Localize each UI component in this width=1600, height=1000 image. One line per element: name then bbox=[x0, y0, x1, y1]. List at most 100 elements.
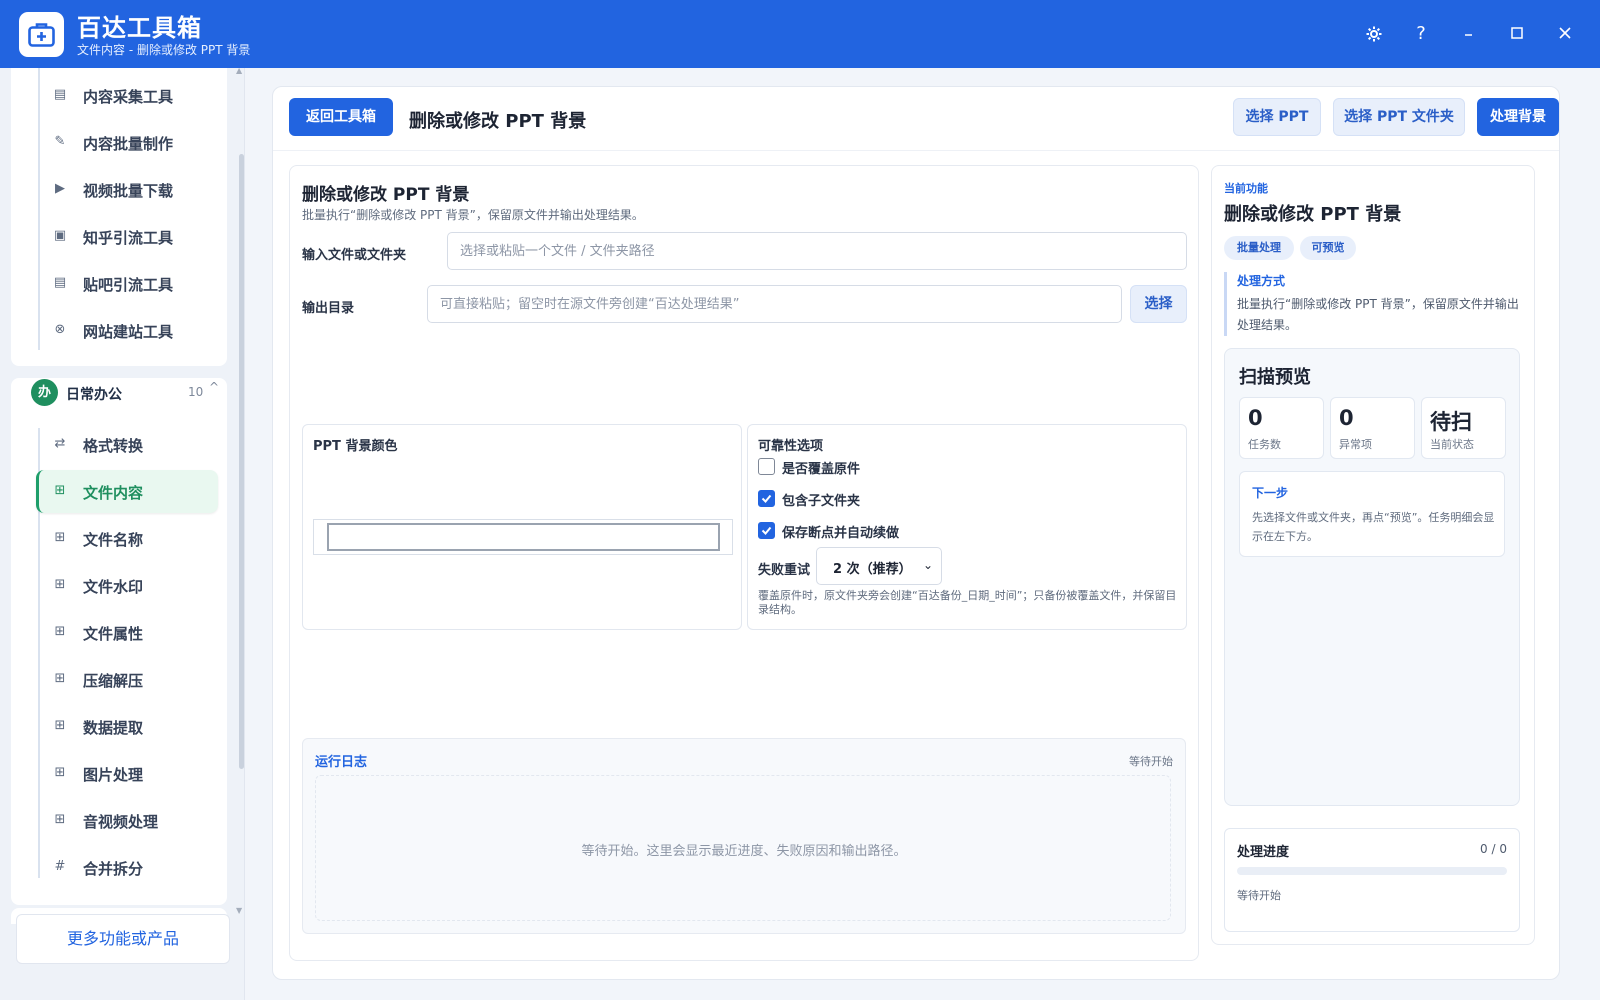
stat-error-count: 0 异常项 bbox=[1330, 397, 1415, 459]
info-panel: 当前功能 删除或修改 PPT 背景 批量处理 可预览 处理方式 批量执行“删除或… bbox=[1211, 165, 1535, 945]
form-card: 删除或修改 PPT 背景 批量执行“删除或修改 PPT 背景”，保留原文件并输出… bbox=[289, 165, 1199, 961]
sidebar-item-label: 视频批量下载 bbox=[83, 182, 174, 200]
color-section-title: PPT 背景颜色 bbox=[313, 439, 398, 454]
sidebar-item-label: 网站建站工具 bbox=[83, 323, 174, 341]
zhihu-icon: ▣ bbox=[53, 228, 67, 243]
input-path-field[interactable] bbox=[447, 232, 1187, 270]
next-step-text: 先选择文件或文件夹，再点“预览”。任务明细会显示在左下方。 bbox=[1252, 511, 1495, 543]
stat-label: 当前状态 bbox=[1430, 438, 1474, 451]
toolbox-logo-icon bbox=[19, 12, 64, 57]
resume-label: 保存断点并自动续做 bbox=[782, 526, 900, 541]
stat-current-status: 待扫 当前状态 bbox=[1421, 397, 1506, 459]
minimize-icon[interactable] bbox=[1453, 20, 1485, 48]
help-icon[interactable]: ? bbox=[1405, 20, 1437, 48]
background-color-section: PPT 背景颜色 bbox=[302, 424, 742, 630]
process-background-button[interactable]: 处理背景 bbox=[1477, 98, 1559, 136]
info-title: 删除或修改 PPT 背景 bbox=[1224, 204, 1402, 225]
next-step-card: 下一步 先选择文件或文件夹，再点“预览”。任务明细会显示在左下方。 bbox=[1239, 471, 1505, 557]
retry-value: 2 次（推荐） bbox=[833, 562, 912, 577]
sidebar-item-label: 数据提取 bbox=[83, 719, 144, 737]
sidebar-item-image-process[interactable]: ⊞ 图片处理 bbox=[36, 752, 218, 795]
sidebar-item-label: 文件内容 bbox=[83, 484, 144, 502]
sidebar-item-file-watermark[interactable]: ⊞ 文件水印 bbox=[36, 564, 218, 607]
toolbar: 返回工具箱 删除或修改 PPT 背景 选择 PPT 选择 PPT 文件夹 处理背… bbox=[273, 87, 1559, 151]
close-icon[interactable] bbox=[1549, 20, 1581, 48]
grid-icon: ⊞ bbox=[54, 765, 66, 780]
tag-preview: 可预览 bbox=[1300, 236, 1356, 260]
stat-task-count: 0 任务数 bbox=[1239, 397, 1324, 459]
grid-icon: ⊞ bbox=[54, 671, 66, 686]
log-empty-message: 等待开始。这里会显示最近进度、失败原因和输出路径。 bbox=[581, 844, 907, 859]
retry-select[interactable]: 2 次（推荐） ⌄ bbox=[816, 547, 942, 585]
sidebar-item-zhihu[interactable]: ▣ 知乎引流工具 bbox=[36, 215, 218, 258]
overwrite-label: 是否覆盖原件 bbox=[782, 462, 861, 477]
grid-icon: ⊞ bbox=[54, 577, 66, 592]
progress-card: 处理进度 0 / 0 等待开始 bbox=[1224, 828, 1520, 932]
sidebar-item-label: 压缩解压 bbox=[83, 672, 144, 690]
output-select-button[interactable]: 选择 bbox=[1130, 285, 1187, 323]
sidebar-item-merge-split[interactable]: # 合并拆分 bbox=[36, 846, 218, 889]
sidebar-scrollbar[interactable] bbox=[239, 154, 244, 769]
next-step-title: 下一步 bbox=[1252, 486, 1289, 500]
scroll-up-icon[interactable]: ▲ bbox=[236, 66, 242, 75]
current-feature-label: 当前功能 bbox=[1224, 182, 1268, 195]
sidebar-item-file-content[interactable]: ⊞ 文件内容 bbox=[36, 470, 218, 513]
sidebar-item-file-attributes[interactable]: ⊞ 文件属性 bbox=[36, 611, 218, 654]
maximize-icon[interactable] bbox=[1501, 20, 1533, 48]
select-ppt-button[interactable]: 选择 PPT bbox=[1233, 98, 1321, 136]
scroll-down-icon[interactable]: ▼ bbox=[236, 906, 242, 915]
log-area[interactable]: 等待开始。这里会显示最近进度、失败原因和输出路径。 bbox=[315, 775, 1171, 921]
tieba-icon: ▤ bbox=[53, 275, 67, 290]
app-subtitle: 文件内容 - 删除或修改 PPT 背景 bbox=[77, 43, 251, 57]
app-title: 百达工具箱 bbox=[77, 14, 202, 42]
select-ppt-folder-button[interactable]: 选择 PPT 文件夹 bbox=[1333, 98, 1465, 136]
sidebar-item-data-extract[interactable]: ⊞ 数据提取 bbox=[36, 705, 218, 748]
sidebar-group-office[interactable]: 办 日常办公 10 ^ bbox=[20, 368, 222, 412]
sidebar-item-video-download[interactable]: ▶ 视频批量下载 bbox=[36, 168, 218, 211]
method-title: 处理方式 bbox=[1237, 274, 1286, 288]
sidebar-item-av-process[interactable]: ⊞ 音视频处理 bbox=[36, 799, 218, 842]
sidebar-item-label: 内容批量制作 bbox=[83, 135, 174, 153]
progress-status: 等待开始 bbox=[1237, 889, 1281, 902]
subfolder-checkbox[interactable] bbox=[758, 490, 775, 507]
grid-icon: ⊞ bbox=[54, 483, 66, 498]
scan-preview: 扫描预览 0 任务数 0 异常项 待扫 当前状态 下一步 先选择文件或文件夹，再… bbox=[1224, 348, 1520, 806]
chevron-up-icon[interactable]: ^ bbox=[209, 380, 219, 394]
settings-icon[interactable] bbox=[1358, 20, 1390, 48]
sidebar-item-label: 知乎引流工具 bbox=[83, 229, 174, 247]
group-name: 日常办公 bbox=[66, 387, 122, 403]
sidebar-item-content-batch[interactable]: ✎ 内容批量制作 bbox=[36, 121, 218, 164]
more-products-button[interactable]: 更多功能或产品 bbox=[16, 914, 230, 964]
method-text: 批量执行“删除或修改 PPT 背景”，保留原文件并输出处理结果。 bbox=[1237, 297, 1519, 332]
output-dir-field[interactable] bbox=[427, 285, 1122, 323]
process-method: 处理方式 批量执行“删除或修改 PPT 背景”，保留原文件并输出处理结果。 bbox=[1224, 272, 1520, 336]
run-log-panel: 运行日志 等待开始 等待开始。这里会显示最近进度、失败原因和输出路径。 bbox=[302, 738, 1186, 934]
sidebar-item-label: 格式转换 bbox=[83, 437, 144, 455]
sidebar-item-file-name[interactable]: ⊞ 文件名称 bbox=[36, 517, 218, 560]
grid-icon: ⊞ bbox=[54, 624, 66, 639]
stat-value: 0 bbox=[1339, 406, 1354, 430]
log-title: 运行日志 bbox=[315, 755, 368, 770]
sidebar-item-format-convert[interactable]: ⇄ 格式转换 bbox=[36, 423, 218, 466]
group-count: 10 bbox=[188, 385, 204, 399]
pen-icon: ✎ bbox=[54, 134, 66, 149]
title-bar: 百达工具箱 文件内容 - 删除或修改 PPT 背景 ? bbox=[0, 0, 1600, 68]
sidebar-item-label: 图片处理 bbox=[83, 766, 144, 784]
output-dir-label: 输出目录 bbox=[302, 301, 355, 316]
progress-count: 0 / 0 bbox=[1480, 842, 1507, 856]
color-picker-input[interactable] bbox=[327, 523, 720, 551]
sidebar-item-tieba[interactable]: ▤ 贴吧引流工具 bbox=[36, 262, 218, 305]
grid-icon: ⊞ bbox=[54, 812, 66, 827]
sidebar-item-website[interactable]: ⊗ 网站建站工具 bbox=[36, 309, 218, 352]
hash-icon: # bbox=[54, 859, 66, 874]
tag-batch: 批量处理 bbox=[1224, 236, 1294, 260]
progress-bar bbox=[1237, 867, 1507, 875]
subfolder-label: 包含子文件夹 bbox=[782, 494, 861, 509]
form-title: 删除或修改 PPT 背景 bbox=[302, 185, 470, 205]
sidebar-item-compress[interactable]: ⊞ 压缩解压 bbox=[36, 658, 218, 701]
scan-title: 扫描预览 bbox=[1239, 367, 1311, 388]
resume-checkbox[interactable] bbox=[758, 522, 775, 539]
overwrite-checkbox[interactable] bbox=[758, 458, 775, 475]
back-button[interactable]: 返回工具箱 bbox=[289, 98, 393, 136]
sidebar-item-content-collect[interactable]: ▤ 内容采集工具 bbox=[36, 74, 218, 117]
